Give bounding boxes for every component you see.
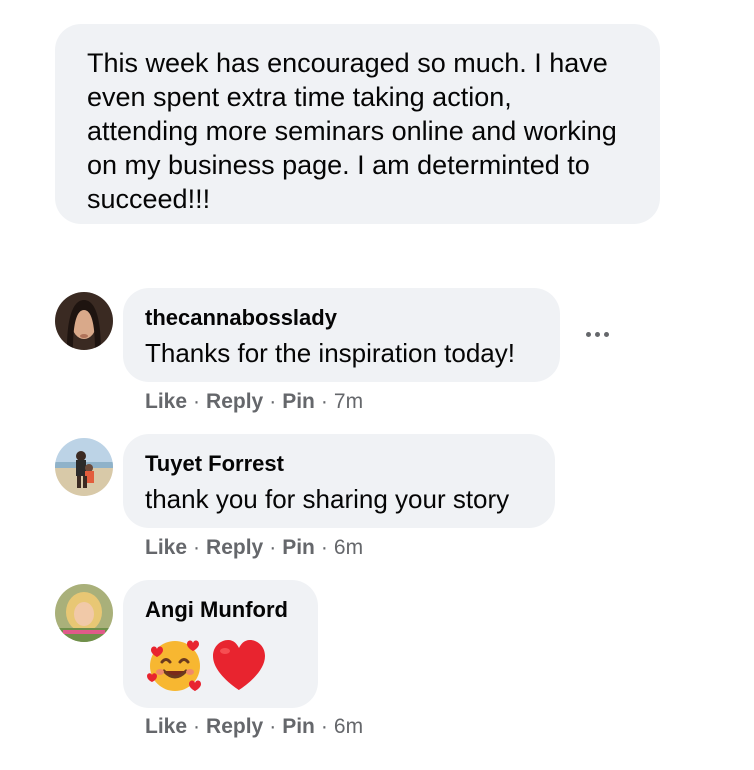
comment-actions: Like · Reply · Pin · 7m [145,390,364,413]
comment-bubble: Angi Munford [123,580,318,708]
comment-actions: Like · Reply · Pin · 6m [145,715,364,738]
like-button[interactable]: Like [145,715,187,738]
comment-timestamp[interactable]: 7m [334,390,363,413]
comment-author[interactable]: thecannabosslady [145,304,538,332]
pin-button[interactable]: Pin [282,536,315,559]
avatar[interactable] [55,292,113,350]
comment-text: thank you for sharing your story [145,484,510,514]
ellipsis-icon[interactable] [580,322,614,346]
like-button[interactable]: Like [145,390,187,413]
avatar[interactable] [55,438,113,496]
like-button[interactable]: Like [145,536,187,559]
avatar[interactable] [55,584,113,642]
comment-author[interactable]: Tuyet Forrest [145,450,533,478]
avatar-image [55,438,113,496]
smiling-face-with-hearts-emoji [147,640,201,691]
reply-button[interactable]: Reply [206,536,263,559]
post-bubble: This week has encouraged so much. I have… [55,24,660,224]
avatar-image [55,584,113,642]
comment-text: Thanks for the inspiration today! [145,338,515,368]
comment-bubble: Tuyet Forrest thank you for sharing your… [123,434,555,528]
avatar-image [55,292,113,350]
red-heart-emoji [213,640,265,690]
reply-button[interactable]: Reply [206,390,263,413]
comment-bubble: thecannabosslady Thanks for the inspirat… [123,288,560,382]
comment-timestamp[interactable]: 6m [334,536,363,559]
comment-author[interactable]: Angi Munford [145,596,296,624]
pin-button[interactable]: Pin [282,390,315,413]
comment-actions: Like · Reply · Pin · 6m [145,536,364,559]
reply-button[interactable]: Reply [206,715,263,738]
comment-emojis [145,636,296,696]
pin-button[interactable]: Pin [282,715,315,738]
post-text: This week has encouraged so much. I have… [87,48,617,214]
comment-timestamp[interactable]: 6m [334,715,363,738]
